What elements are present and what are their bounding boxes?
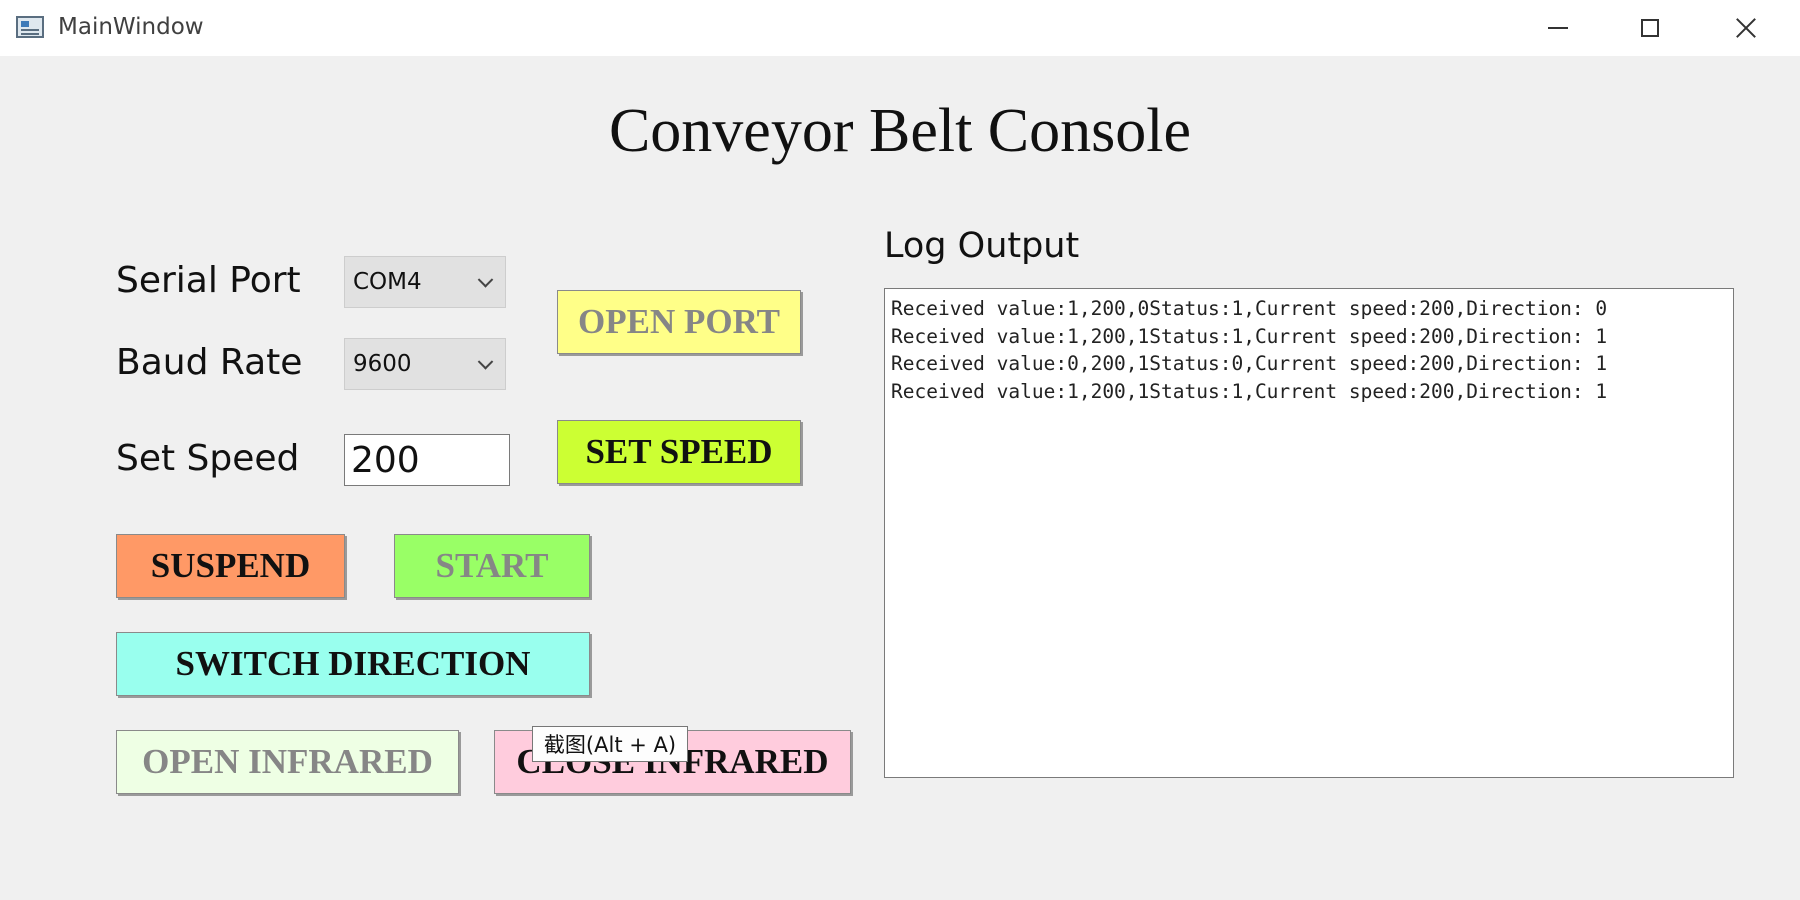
baud-rate-select[interactable]: 9600 — [344, 338, 506, 390]
log-output-area[interactable]: Received value:1,200,0Status:1,Current s… — [884, 288, 1734, 778]
speed-input[interactable]: 200 — [344, 434, 510, 486]
maximize-button[interactable] — [1604, 0, 1696, 56]
serial-port-label: Serial Port — [116, 260, 301, 301]
open-infrared-button[interactable]: OPEN INFRARED — [116, 730, 459, 794]
set-speed-label: Set Speed — [116, 438, 300, 479]
close-button[interactable] — [1700, 0, 1792, 56]
page-title: Conveyor Belt Console — [608, 97, 1192, 165]
screenshot-tooltip: 截图(Alt + A) — [532, 726, 688, 762]
log-line: Received value:1,200,0Status:1,Current s… — [891, 297, 1608, 320]
log-output-title: Log Output — [884, 226, 1080, 266]
log-line: Received value:1,200,1Status:1,Current s… — [891, 379, 1608, 403]
chevron-down-icon — [477, 354, 494, 370]
suspend-button[interactable]: SUSPEND — [116, 534, 345, 598]
start-button[interactable]: START — [394, 534, 590, 598]
log-line: Received value:0,200,1Status:0,Current s… — [891, 352, 1608, 376]
serial-port-select[interactable]: COM4 — [344, 256, 506, 308]
serial-port-value: COM4 — [353, 269, 422, 295]
log-line: Received value:1,200,1Status:1,Current s… — [891, 324, 1608, 348]
close-icon — [1736, 18, 1756, 38]
minimize-button[interactable] — [1512, 0, 1604, 56]
app-icon — [16, 16, 44, 38]
maximize-icon — [1641, 19, 1659, 37]
baud-rate-value: 9600 — [353, 351, 412, 377]
minimize-icon — [1548, 27, 1568, 29]
title-bar: MainWindow — [0, 0, 1800, 56]
set-speed-button[interactable]: SET SPEED — [557, 420, 801, 484]
chevron-down-icon — [477, 272, 494, 288]
open-port-button[interactable]: OPEN PORT — [557, 290, 801, 354]
switch-direction-button[interactable]: SWITCH DIRECTION — [116, 632, 590, 696]
window-title: MainWindow — [58, 14, 204, 40]
baud-rate-label: Baud Rate — [116, 342, 303, 383]
